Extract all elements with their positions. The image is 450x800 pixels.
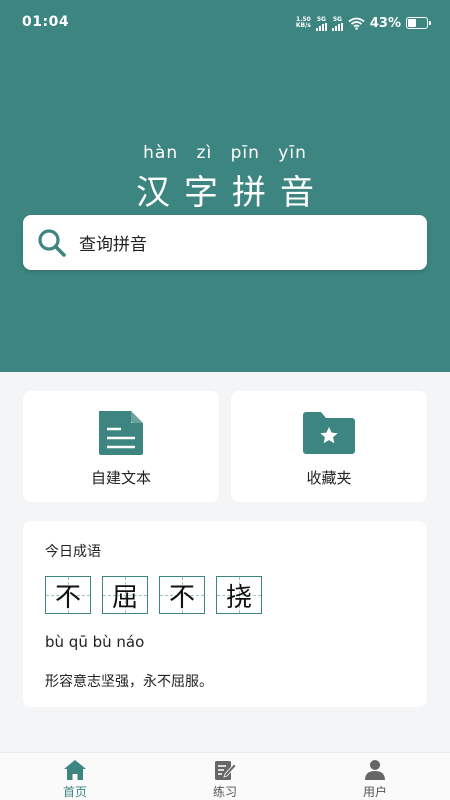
favorites-button[interactable]: 收藏夹 — [231, 391, 427, 502]
signal-icon: 5G — [331, 16, 343, 31]
idiom-pinyin: bù qū bù náo — [45, 633, 145, 651]
tab-user[interactable]: 用户 — [300, 753, 450, 800]
tab-practice-label: 练习 — [212, 785, 237, 799]
idiom-char: 屈 — [102, 576, 148, 614]
search-bar[interactable]: 查询拼音 — [23, 215, 427, 270]
app-title: 汉字拼音 — [136, 173, 328, 213]
folder-star-icon — [303, 412, 355, 454]
tab-user-label: 用户 — [362, 785, 387, 799]
status-icons: 1.50 KB/s 5G 5G 43% — [295, 14, 431, 32]
document-icon — [99, 411, 143, 455]
status-time: 01:04 — [22, 14, 70, 30]
favorites-label: 收藏夹 — [306, 469, 352, 487]
user-icon — [365, 760, 385, 780]
search-icon — [38, 228, 66, 257]
custom-text-button[interactable]: 自建文本 — [23, 391, 219, 502]
idiom-definition: 形容意志坚强，永不屈服。 — [45, 674, 213, 690]
daily-idiom-card[interactable]: 今日成语 不 屈 不 挠 bù qū bù náo 形容意志坚强，永不屈服。 — [23, 521, 427, 707]
idiom-characters: 不 屈 不 挠 — [45, 576, 262, 614]
custom-text-label: 自建文本 — [90, 469, 151, 487]
idiom-char: 挠 — [216, 576, 262, 614]
title-pinyin: hàn zì pīn yīn — [143, 143, 307, 163]
tab-practice[interactable]: 练习 — [150, 753, 300, 800]
battery-icon — [406, 17, 431, 29]
daily-idiom-heading: 今日成语 — [45, 544, 101, 560]
home-icon — [64, 760, 86, 780]
search-label: 查询拼音 — [79, 235, 147, 255]
status-bar: 01:04 1.50 KB/s 5G 5G 43% — [0, 0, 450, 46]
wifi-icon — [348, 17, 365, 30]
tab-home[interactable]: 首页 — [0, 753, 150, 800]
network-speed: 1.50 KB/s — [295, 16, 311, 29]
battery-percent: 43% — [369, 15, 401, 31]
header-banner: 01:04 1.50 KB/s 5G 5G 43% hàn zì pīn yīn… — [0, 0, 450, 372]
signal-icon: 5G — [315, 16, 327, 31]
tab-home-label: 首页 — [62, 785, 87, 799]
idiom-char: 不 — [45, 576, 91, 614]
bottom-tab-bar: 首页 练习 用户 — [0, 752, 450, 800]
idiom-char: 不 — [159, 576, 205, 614]
edit-icon — [215, 761, 237, 780]
